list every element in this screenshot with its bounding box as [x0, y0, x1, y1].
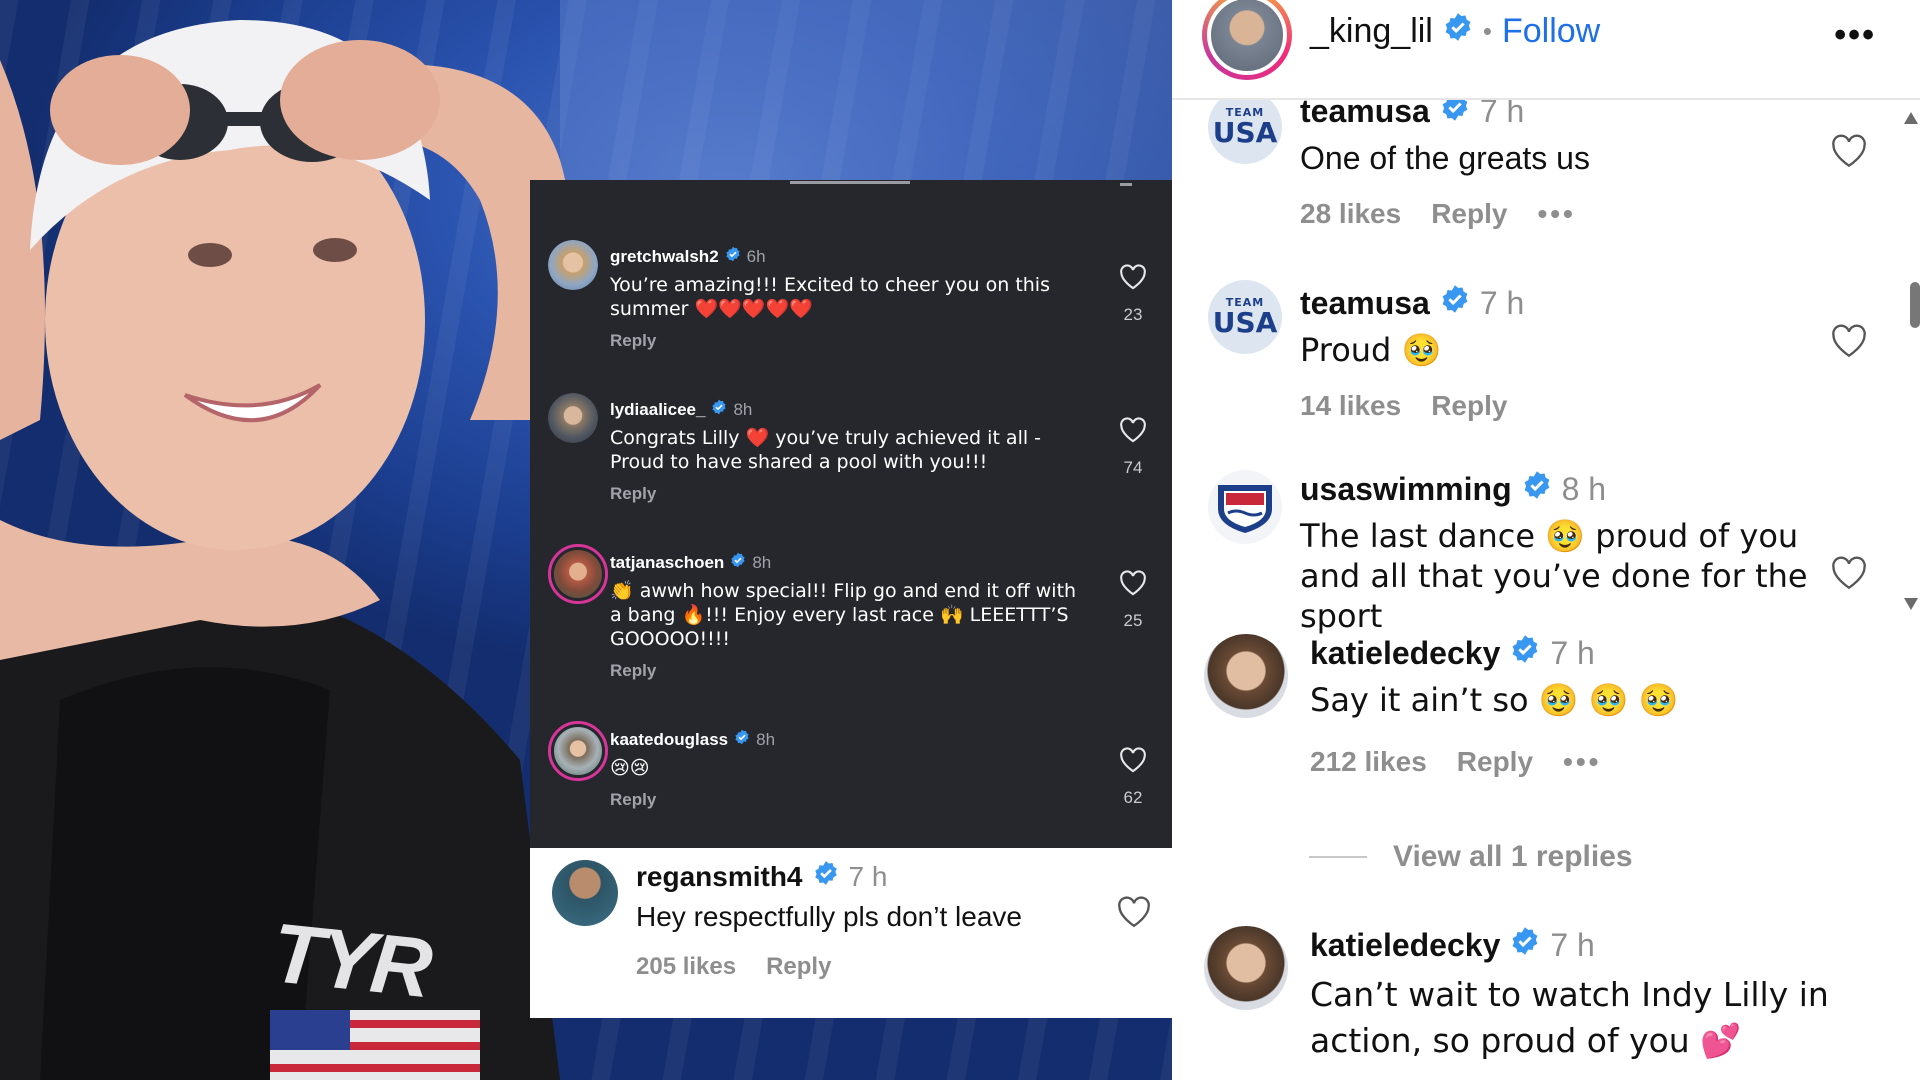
comment-time: 7 h	[848, 860, 888, 892]
comment-time: 8 h	[1561, 470, 1607, 507]
heart-icon[interactable]	[1116, 896, 1152, 933]
dark-comments-panel: gretchwalsh2 6h You’re amazing!!! Excite…	[530, 180, 1172, 848]
comment-text: Proud 🥹	[1300, 331, 1442, 369]
verified-badge-icon	[1522, 470, 1552, 508]
heart-icon[interactable]	[1830, 324, 1868, 363]
heart-icon[interactable]	[1119, 264, 1147, 294]
suit-brand-logo: TYR	[267, 905, 433, 1015]
comment-username[interactable]: kaatedouglass	[610, 730, 728, 750]
avatar[interactable]	[548, 721, 608, 781]
comment-username[interactable]: katieledecky	[1310, 927, 1500, 964]
comment-text: 👏 awwh how special!! Flip go and end it …	[610, 580, 1077, 650]
comment-username[interactable]: teamusa	[1300, 285, 1430, 322]
reply-button[interactable]: Reply	[766, 953, 831, 981]
comment-username[interactable]: regansmith4	[636, 861, 803, 893]
avatar[interactable]	[1204, 926, 1288, 1010]
reply-button[interactable]: Reply	[1457, 746, 1533, 778]
comment-time: 8h	[752, 552, 772, 572]
thread-line	[1309, 856, 1367, 858]
scroll-down-arrow-icon[interactable]	[1904, 598, 1918, 610]
avatar[interactable]	[548, 240, 598, 290]
comment-username[interactable]: usaswimming	[1300, 471, 1512, 508]
comment-text: One of the greats us	[1300, 140, 1590, 176]
reply-button[interactable]: Reply	[610, 484, 1086, 504]
comment-time: 8h	[733, 399, 753, 419]
comment-text: 😢😢	[610, 757, 650, 779]
post-author-username[interactable]: _king_lil	[1310, 12, 1433, 51]
verified-badge-icon	[730, 552, 746, 573]
like-count: 74	[1123, 458, 1143, 477]
more-options-icon[interactable]: •••	[1537, 198, 1575, 230]
verified-badge-icon	[813, 860, 839, 893]
comment-username[interactable]: katieledecky	[1310, 635, 1500, 672]
comment-text: Congrats Lilly ❤️ you’ve truly achieved …	[610, 427, 1042, 473]
heart-icon[interactable]	[1830, 556, 1868, 595]
verified-badge-icon	[1443, 12, 1473, 51]
usa-swimming-logo-icon	[1218, 485, 1272, 533]
comment-time: 7 h	[1479, 284, 1525, 321]
like-count[interactable]: 205 likes	[636, 953, 736, 981]
verified-badge-icon	[725, 246, 741, 267]
scrollbar-thumb[interactable]	[1910, 282, 1920, 328]
avatar[interactable]	[1208, 470, 1282, 544]
verified-badge-icon	[1510, 634, 1540, 672]
instagram-comments-panel: _king_lil • Follow ••• TEAM USA teamusa 7…	[1172, 0, 1920, 1080]
comment-time: 7 h	[1550, 926, 1595, 963]
white-comment-card: regansmith4 7 h Hey respectfully pls don…	[530, 848, 1172, 1018]
separator-dot: •	[1482, 16, 1492, 46]
comment-text: You’re amazing!!! Excited to cheer you o…	[610, 274, 1050, 320]
reply-button[interactable]: Reply	[610, 661, 1086, 681]
verified-badge-icon	[1510, 926, 1540, 964]
comment-time: 6h	[746, 246, 766, 266]
comment-text: Say it ain’t so 🥹 🥹 🥹	[1310, 681, 1679, 719]
comment-username[interactable]: gretchwalsh2	[610, 247, 719, 267]
reply-button[interactable]: Reply	[610, 790, 1086, 810]
comment-text: The last dance 🥹 proud of you and all th…	[1300, 517, 1808, 635]
comment-time: 7 h	[1550, 634, 1595, 671]
avatar[interactable]: TEAM USA	[1208, 280, 1282, 354]
follow-button[interactable]: Follow	[1502, 12, 1600, 51]
panel-top-edge	[530, 180, 1172, 186]
reply-button[interactable]: Reply	[1431, 198, 1507, 230]
like-count[interactable]: 14 likes	[1300, 390, 1401, 422]
heart-icon[interactable]	[1830, 134, 1868, 173]
verified-badge-icon	[711, 399, 727, 420]
scroll-up-arrow-icon[interactable]	[1904, 112, 1918, 124]
like-count[interactable]: 28 likes	[1300, 198, 1401, 230]
view-replies-link[interactable]: View all 1 replies	[1309, 840, 1633, 874]
comment-time: 8h	[756, 729, 776, 749]
heart-icon[interactable]	[1119, 570, 1147, 600]
avatar[interactable]	[552, 860, 618, 926]
more-options-icon[interactable]: •••	[1834, 16, 1876, 55]
avatar[interactable]	[548, 393, 598, 443]
like-count: 25	[1123, 611, 1143, 630]
verified-badge-icon	[734, 729, 750, 750]
avatar[interactable]	[548, 544, 608, 604]
view-replies-label: View all 1 replies	[1393, 840, 1633, 873]
like-count: 62	[1123, 788, 1143, 807]
like-count: 23	[1123, 305, 1143, 324]
comment-username[interactable]: lydiaalicee_	[610, 400, 705, 420]
avatar[interactable]: TEAM USA	[1208, 90, 1282, 164]
reply-button[interactable]: Reply	[610, 331, 1086, 351]
reply-button[interactable]: Reply	[1431, 390, 1507, 422]
more-options-icon[interactable]: •••	[1563, 746, 1601, 778]
comment-text: Can’t wait to watch Indy Lilly in action…	[1310, 975, 1829, 1060]
verified-badge-icon	[1440, 284, 1470, 322]
heart-icon[interactable]	[1119, 747, 1147, 777]
like-count[interactable]: 212 likes	[1310, 746, 1427, 778]
post-header: _king_lil • Follow •••	[1172, 0, 1920, 100]
profile-avatar[interactable]	[1202, 0, 1292, 80]
avatar[interactable]	[1204, 634, 1288, 718]
comment-text: Hey respectfully pls don’t leave	[636, 901, 1022, 932]
heart-icon[interactable]	[1119, 417, 1147, 447]
comment-username[interactable]: tatjanaschoen	[610, 553, 724, 573]
